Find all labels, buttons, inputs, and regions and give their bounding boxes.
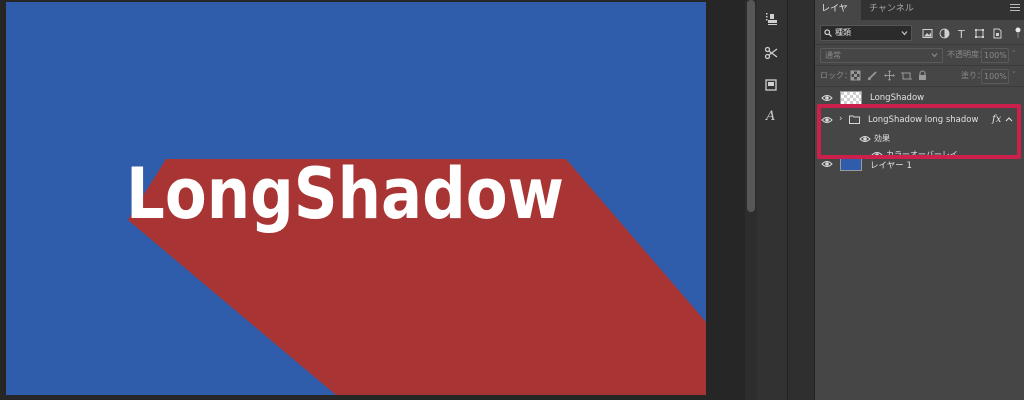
eye-icon[interactable] (821, 93, 833, 103)
layer-name: LongShadow (870, 93, 925, 103)
artwork-svg: LongShadow (6, 2, 706, 395)
lock-label: ロック： (820, 71, 852, 80)
scrollbar-thumb[interactable] (747, 0, 755, 212)
layer-row-layer-1[interactable]: レイヤー 1 (815, 153, 1024, 175)
layer-row-longshadow[interactable]: LongShadow (815, 87, 1024, 109)
filter-kind-select[interactable]: 種類 (820, 25, 912, 41)
svg-text:A: A (765, 109, 775, 122)
chevron-down-icon (931, 53, 938, 58)
lock-position-icon[interactable] (884, 70, 895, 81)
lock-all-icon[interactable] (917, 70, 928, 81)
filter-kind-label: 種類 (835, 28, 851, 37)
panel-icon-strip: A (757, 0, 787, 400)
artwork-text: LongShadow (126, 153, 564, 235)
lock-transparency-icon[interactable] (850, 70, 861, 81)
layer-filter-row: 種類 T (815, 22, 1024, 44)
document-canvas-area: LongShadow (0, 0, 745, 400)
stamp-icon[interactable] (760, 8, 782, 30)
pixel-filter-icon[interactable] (922, 28, 933, 39)
tab-channels[interactable]: チャンネル (863, 0, 920, 20)
layer-name: レイヤー 1 (870, 161, 912, 171)
chevron-down-icon (901, 31, 908, 36)
canvas-vertical-scrollbar[interactable] (745, 0, 757, 400)
layers-panel: レイヤー チャンネル 種類 T 通常 不透明度： 100% (815, 0, 1024, 400)
fx-badge[interactable]: fx (992, 114, 1001, 125)
photoshop-window: LongShadow A レイヤー チャンネル 種類 (0, 0, 1024, 400)
lock-row: ロック： 塗り： 100% ˅ (815, 66, 1024, 86)
layer-name: LongShadow long shadow (868, 115, 979, 125)
folder-icon (849, 115, 860, 124)
layer-thumbnail (840, 91, 862, 105)
adjustment-filter-icon[interactable] (939, 28, 950, 39)
shape-filter-icon[interactable] (974, 28, 985, 39)
opacity-chevron-icon[interactable]: ˅ (1012, 50, 1016, 58)
blend-mode-select[interactable]: 通常 (820, 48, 943, 63)
chevron-right-icon[interactable]: › (839, 114, 843, 124)
clone-source-icon[interactable] (760, 42, 782, 64)
fill-chevron-icon[interactable]: ˅ (1012, 71, 1016, 79)
type-filter-icon[interactable]: T (957, 28, 968, 39)
properties-icon[interactable] (760, 74, 782, 96)
layer-name: 効果 (874, 134, 890, 143)
layer-row-effects[interactable]: 効果 (815, 131, 1024, 147)
opacity-input[interactable]: 100% (981, 48, 1009, 63)
panel-menu-icon[interactable] (1010, 4, 1020, 14)
character-icon[interactable]: A (760, 104, 782, 126)
chevron-up-icon[interactable] (1004, 114, 1014, 126)
artboard[interactable]: LongShadow (6, 2, 706, 395)
blend-row: 通常 不透明度： 100% ˅ (815, 45, 1024, 65)
filter-toggle-icon[interactable] (1015, 27, 1021, 39)
eye-icon[interactable] (859, 134, 871, 144)
svg-text:T: T (957, 28, 965, 39)
lock-image-icon[interactable] (867, 70, 878, 81)
blend-mode-value: 通常 (825, 51, 841, 60)
smart-object-filter-icon[interactable] (992, 28, 1003, 39)
layer-thumbnail (840, 157, 862, 171)
layer-list: LongShadow › LongShadow long shadow fx 効… (815, 87, 1024, 400)
layer-row-group[interactable]: › LongShadow long shadow fx (815, 109, 1024, 131)
eye-icon[interactable] (821, 115, 833, 125)
tab-layers[interactable]: レイヤー (815, 0, 861, 33)
lock-artboard-icon[interactable] (901, 70, 912, 81)
search-icon (824, 29, 832, 37)
panel-tab-bar: レイヤー チャンネル (815, 0, 1024, 33)
fill-input[interactable]: 100% (981, 69, 1009, 84)
eye-icon[interactable] (821, 159, 833, 169)
side-dock-separator (787, 0, 815, 400)
